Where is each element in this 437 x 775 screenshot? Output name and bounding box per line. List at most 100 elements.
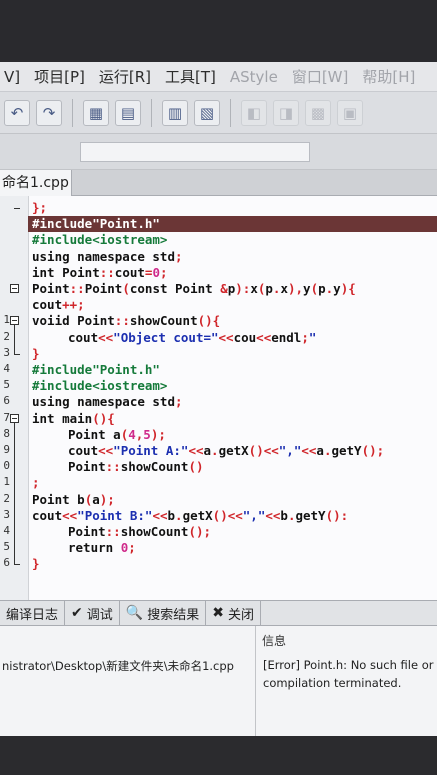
debug-icon[interactable]: ◧ (241, 99, 267, 126)
error-message-2[interactable]: compilation terminated. (263, 676, 401, 690)
code-token: () (188, 459, 204, 475)
code-token: << (218, 329, 234, 345)
code-token: cout (32, 507, 63, 523)
code-line[interactable]: #include"Point.h" (32, 362, 160, 378)
code-token: ), (287, 281, 304, 296)
code-token: int Point (32, 264, 100, 280)
code-line[interactable]: using namespace std; (32, 394, 183, 410)
code-line[interactable]: cout<<"Point B:"<<b.getX()<<","<<b.getY(… (32, 508, 348, 524)
code-line[interactable]: Point a(4,5); (68, 427, 166, 443)
code-token: #include<iostream> (32, 378, 168, 394)
code-token: cout (68, 443, 99, 458)
code-line[interactable]: Point::showCount(); (68, 524, 211, 540)
code-token: 5 (143, 426, 151, 442)
code-line[interactable]: return 0; (68, 540, 136, 556)
tab-file[interactable]: 命名1.cpp (0, 170, 72, 196)
code-token: . (175, 507, 183, 523)
code-token: a (316, 443, 324, 458)
fold-toggle[interactable] (10, 284, 19, 293)
code-token: ()<< (248, 443, 279, 458)
line-number: 1 (3, 475, 10, 489)
compile-run-icon[interactable]: ▥ (162, 99, 188, 126)
menu-item-2[interactable]: 运行[R] (99, 66, 151, 87)
code-token: cout (32, 297, 63, 313)
line-number: 1 (3, 313, 10, 327)
line-number: 8 (3, 426, 10, 440)
main-toolbar: ↶ ↷ ▦ ▤ ▥ ▧ ◧ ◨ ▩ ▣ (0, 92, 437, 134)
code-token: :: (114, 313, 130, 329)
code-line[interactable]: Point::showCount() (68, 459, 204, 475)
code-token: (){ (197, 313, 221, 329)
code-token: Point (84, 281, 123, 296)
bottom-tab-1[interactable]: ✔ 调试 (65, 601, 120, 625)
redo-icon[interactable]: ↷ (36, 99, 62, 126)
fold-toggle[interactable] (10, 413, 19, 423)
code-token: " (308, 329, 317, 345)
undo-icon[interactable]: ↶ (4, 99, 30, 126)
code-token: using namespace std (32, 394, 175, 410)
profile-icon[interactable]: ▩ (305, 99, 331, 126)
code-token: (); (188, 524, 212, 539)
code-token: (){ (92, 410, 115, 426)
menu-item-6[interactable]: 帮助[H] (362, 66, 415, 87)
code-line[interactable]: int main(){ (32, 411, 115, 427)
fold-toggle[interactable] (10, 316, 19, 326)
code-token: ; (32, 475, 40, 491)
stop-icon[interactable]: ◨ (273, 99, 299, 126)
menu-item-4[interactable]: AStyle (230, 68, 278, 86)
code-line[interactable]: } (32, 556, 40, 572)
layout-icon[interactable]: ▣ (337, 99, 363, 126)
line-number: 2 (3, 329, 10, 343)
menu-item-0[interactable]: V] (4, 68, 20, 86)
code-line[interactable]: ; (32, 475, 40, 491)
secondary-toolbar (0, 134, 437, 170)
code-line[interactable]: voiid Point::showCount(){ (32, 313, 220, 329)
code-line[interactable]: } (32, 346, 40, 362)
code-token: getX (218, 443, 249, 458)
code-line[interactable]: #include"Point.h" (32, 216, 160, 232)
code-line[interactable]: #include<iostream> (32, 232, 167, 248)
code-line[interactable]: cout++; (32, 297, 85, 313)
menu-item-3[interactable]: 工具[T] (165, 66, 216, 87)
code-token: const Point (129, 281, 221, 296)
code-token: << (62, 507, 78, 523)
editor-tab-bar: 命名1.cpp (0, 170, 437, 196)
compile-icon[interactable]: ▦ (83, 99, 109, 126)
run-icon[interactable]: ▤ (115, 99, 141, 126)
menu-item-1[interactable]: 项目[P] (34, 66, 85, 87)
code-token: "," (278, 443, 302, 458)
code-line[interactable]: cout<<"Point A:"<<a.getX()<<","<<a.getY(… (68, 443, 384, 459)
error-file-cell[interactable]: nistrator\Desktop\新建文件夹\未命名1.cpp (2, 658, 234, 674)
code-token: using namespace std (32, 248, 175, 264)
code-token: x (280, 281, 288, 296)
code-token: int main (32, 410, 93, 426)
code-token: & (220, 281, 228, 296)
toolbar-separator (72, 98, 73, 127)
code-token: ); (99, 491, 115, 507)
fold-end (14, 208, 20, 209)
code-editor[interactable]: 1234567890123456 }; #include"Point.h" #inc… (0, 196, 437, 600)
code-line[interactable]: using namespace std; (32, 249, 183, 265)
code-token: ){ (340, 281, 356, 296)
code-token: "Point A:" (113, 443, 189, 458)
bottom-tab-3[interactable]: ✖ 关闭 (206, 601, 261, 625)
error-message-1[interactable]: [Error] Point.h: No such file or c (263, 658, 437, 672)
code-line[interactable]: int Point::cout=0; (32, 265, 168, 281)
code-line[interactable]: Point b(a); (32, 492, 115, 508)
bottom-tab-2[interactable]: 🔍 搜索结果 (120, 601, 207, 625)
menu-item-5[interactable]: 窗口[W] (292, 66, 349, 87)
rebuild-icon[interactable]: ▧ (194, 99, 220, 126)
code-token: 4 (128, 426, 136, 442)
code-token: Point (68, 459, 106, 475)
code-token: "Object cout=" (113, 329, 219, 345)
code-line[interactable]: #include<iostream> (32, 378, 167, 394)
code-token: #include<iostream> (32, 232, 168, 248)
code-token: (); (361, 443, 385, 458)
code-line[interactable]: cout<<"Object cout="<<cou<<endl;" (68, 330, 316, 346)
search-icon: 🔍 (125, 605, 144, 621)
class-browser-combo[interactable] (80, 142, 310, 162)
bottom-tab-0[interactable]: 编译日志 (0, 601, 66, 625)
code-line[interactable]: Point::Point(const Point &p):x(p.x),y(p.… (32, 281, 356, 297)
line-gutter: 1 2 3 4 5 6 7 8 9 0 1 2 3 4 5 6 (0, 196, 29, 600)
code-line[interactable]: }; (32, 200, 47, 216)
